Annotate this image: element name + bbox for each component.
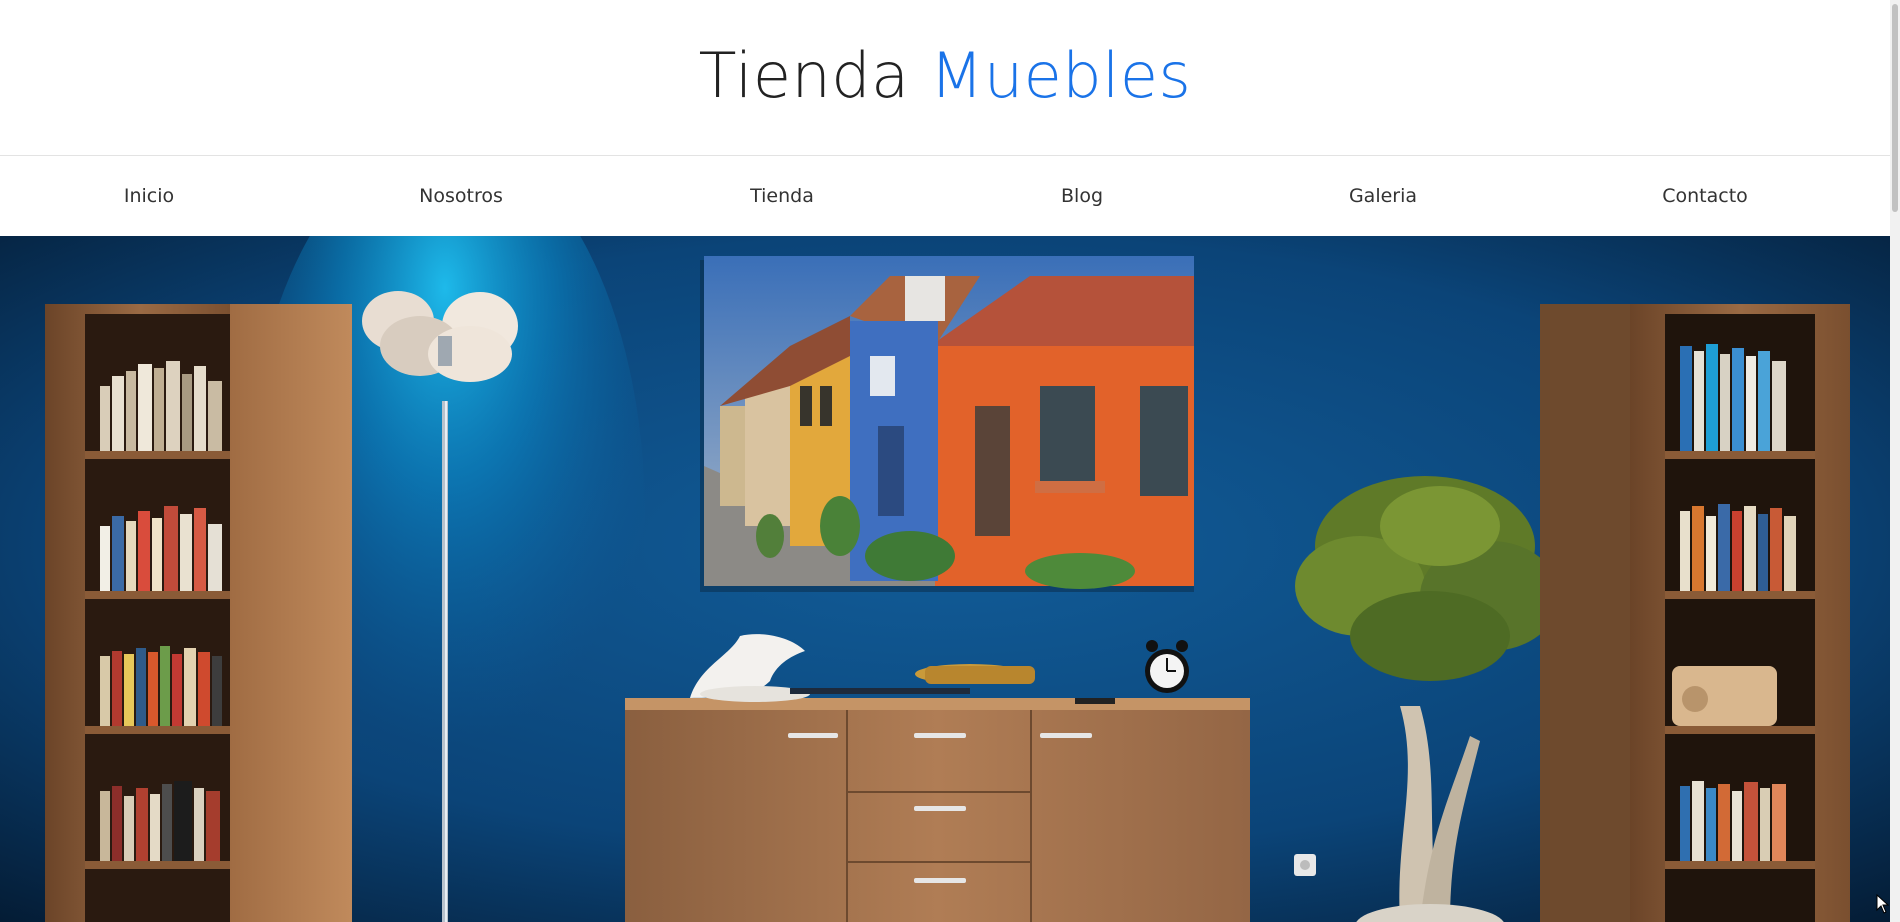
site-header: Tienda Muebles [0, 0, 1890, 156]
site-logo-title[interactable]: Tienda Muebles [699, 39, 1192, 112]
nav-item-inicio[interactable]: Inicio [124, 156, 174, 237]
nav-item-blog[interactable]: Blog [1061, 156, 1103, 237]
bookshelf-left [45, 304, 352, 922]
nav-item-galeria[interactable]: Galeria [1349, 156, 1417, 237]
nav-item-nosotros[interactable]: Nosotros [419, 156, 503, 237]
nav-item-tienda[interactable]: Tienda [750, 156, 814, 237]
living-room-image [0, 236, 1890, 922]
bookshelf-right [1540, 304, 1850, 922]
wall-painting [700, 256, 1194, 592]
sideboard [625, 698, 1250, 922]
scrollbar-thumb[interactable] [1892, 4, 1898, 212]
mouse-pointer-icon [1876, 894, 1890, 914]
page-scrollbar[interactable] [1890, 0, 1900, 922]
hero-banner [0, 236, 1890, 922]
page: Tienda Muebles Inicio Nosotros Tienda Bl… [0, 0, 1890, 922]
title-part-1: Tienda [698, 38, 910, 112]
main-nav: Inicio Nosotros Tienda Blog Galeria Cont… [0, 155, 1890, 237]
nav-item-contacto[interactable]: Contacto [1662, 156, 1748, 237]
title-part-2: Muebles [929, 38, 1192, 112]
